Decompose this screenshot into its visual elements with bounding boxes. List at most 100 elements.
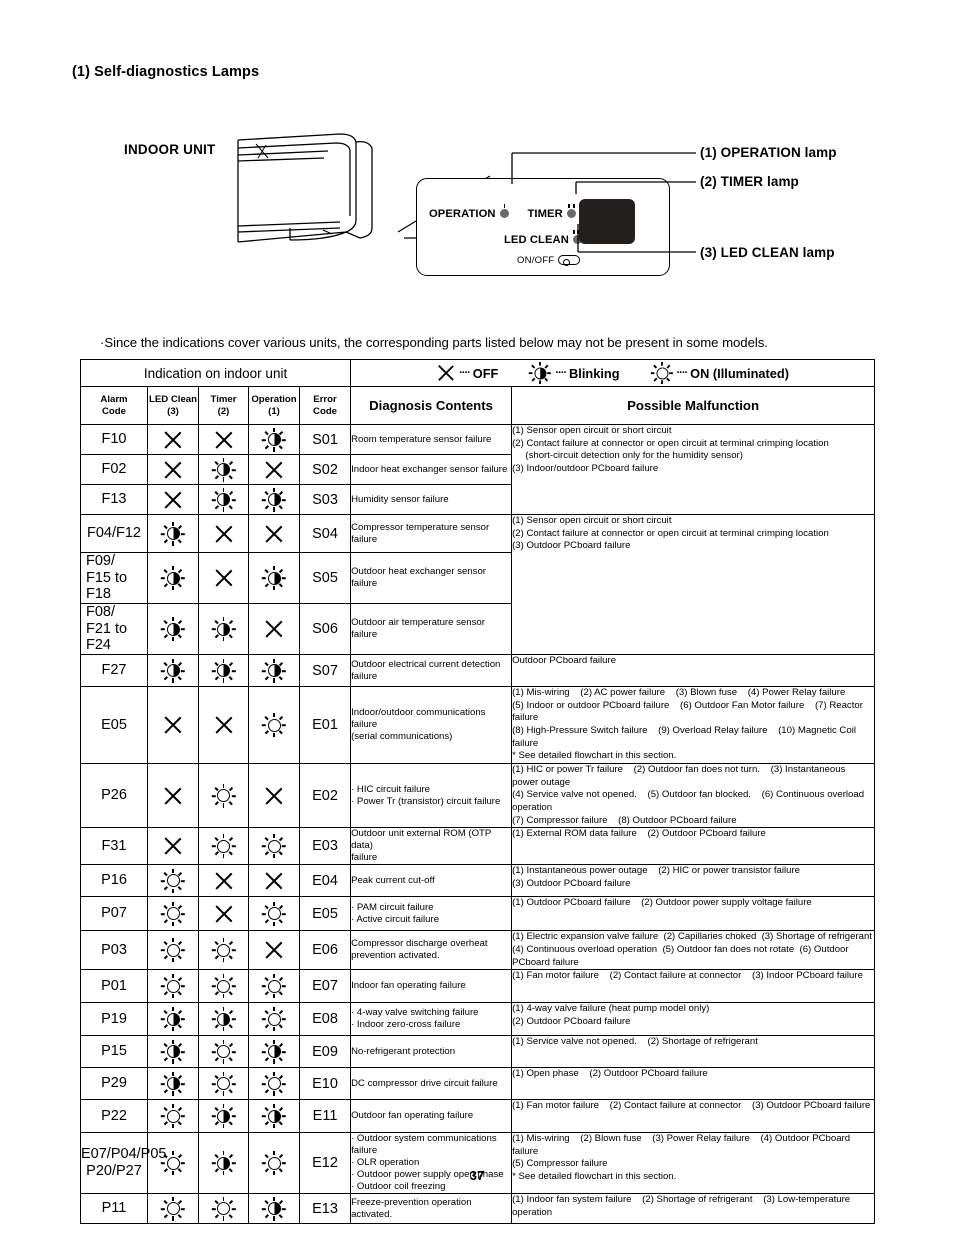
cell-operation-state xyxy=(248,1132,300,1195)
legend-item-blinking: ···· Blinking xyxy=(528,361,620,385)
lamp-state-on-icon xyxy=(650,361,672,385)
cell-diagnosis-contents: Humidity sensor failure xyxy=(350,484,513,515)
cell-diagnosis-contents: Outdoor fan operating failure xyxy=(350,1099,513,1134)
cell-timer-state xyxy=(198,762,249,829)
table-row: F27 S07 Outdoor electrical current detecti… xyxy=(80,654,876,688)
cell-possible-malfunction: (1) HIC or power Tr failure (2) Outdoor … xyxy=(511,762,876,829)
cell-alarm-code: P15 xyxy=(80,1035,148,1069)
lamp-state-off-icon xyxy=(163,786,183,806)
cell-possible-malfunction: (1) Service valve not opened. (2) Shorta… xyxy=(511,1035,876,1069)
cell-error-code: S02 xyxy=(298,454,352,485)
lamp-state-blinking-icon xyxy=(262,427,286,452)
cell-alarm-code: P26 xyxy=(80,762,148,829)
alarm-code-line: P01 xyxy=(101,977,127,994)
table-row: P22 E11 Outdoor fan operating failure (1) F… xyxy=(80,1099,876,1134)
note-text: ·Since the indications cover various uni… xyxy=(100,335,768,350)
table-row: F31 E03 Outdoor unit external ROM (OTP dat… xyxy=(80,827,876,866)
malfunction-line: * See detailed flowchart in this section… xyxy=(512,750,677,762)
cell-diagnosis-contents: Freeze-prevention operation activated. xyxy=(350,1193,513,1225)
cell-led-clean-state xyxy=(147,896,199,932)
alarm-code-line: F10 xyxy=(101,431,127,448)
cell-diagnosis-contents: · HIC circuit failure · Power Tr (transis… xyxy=(350,762,513,829)
malfunction-line: (3) Outdoor PCboard failure xyxy=(512,540,631,552)
lamp-state-blinking-icon xyxy=(161,658,185,683)
cell-alarm-code: F10 xyxy=(80,424,148,455)
alarm-code-line: P29 xyxy=(101,1075,127,1092)
lamp-state-off-icon xyxy=(214,715,234,735)
cell-operation-state xyxy=(248,686,300,764)
cell-alarm-code: F27 xyxy=(80,654,148,688)
lamp-state-on-icon xyxy=(161,901,185,926)
lamp-state-off-icon xyxy=(437,364,455,382)
malfunction-line: (1) 4-way valve failure (heat pump model… xyxy=(512,1003,710,1015)
cell-timer-state xyxy=(198,1099,249,1134)
lamp-state-blinking-icon xyxy=(212,487,236,512)
header-alarm-code: Alarm Code xyxy=(80,386,148,425)
lamp-state-on-icon xyxy=(161,938,185,963)
cell-timer-state xyxy=(198,551,249,605)
alarm-code-line: F31 xyxy=(101,837,127,854)
cell-timer-state xyxy=(198,1193,249,1225)
cell-alarm-code: E07/P04/P05 P20/P27 xyxy=(80,1132,166,1195)
cell-timer-state xyxy=(198,930,249,971)
page-number: 37 xyxy=(469,1168,485,1183)
cell-operation-state xyxy=(248,654,300,688)
cell-alarm-code: P16 xyxy=(80,864,148,898)
alarm-code-line: F15 to F18 xyxy=(86,569,128,603)
lamp-state-blinking-icon xyxy=(212,1007,236,1032)
cell-led-clean-state xyxy=(147,686,199,764)
lamp-state-on-icon xyxy=(212,783,236,808)
cell-diagnosis-contents: Room temperature sensor failure xyxy=(350,424,513,455)
diagnosis-line: failure xyxy=(351,852,378,864)
table-row: P01 E07 Indoor fan operating failure (1) Fa… xyxy=(80,969,876,1004)
alarm-code-line: P19 xyxy=(101,1010,127,1027)
malfunction-line: (1) HIC or power Tr failure (2) Outdoor … xyxy=(512,763,846,788)
header-led-clean: LED Clean (3) xyxy=(147,386,199,425)
cell-alarm-code: P19 xyxy=(80,1002,148,1037)
cell-alarm-code: E05 xyxy=(80,686,148,764)
cell-timer-state xyxy=(198,827,249,866)
malfunction-line: (1) Service valve not opened. (2) Shorta… xyxy=(512,1036,758,1048)
cell-diagnosis-contents: · PAM circuit failure · Active circuit fa… xyxy=(350,896,513,932)
lamp-state-off-icon xyxy=(214,524,234,544)
lamp-state-blinking-icon xyxy=(262,1196,286,1221)
lamp-state-on-icon xyxy=(161,974,185,999)
cell-operation-state xyxy=(248,930,300,971)
malfunction-line: (1) Mis-wiring (2) AC power failure (3) … xyxy=(512,687,846,699)
cell-error-code: E09 xyxy=(298,1035,352,1069)
diagnosis-line: Compressor temperature sensor failure xyxy=(351,521,490,545)
cell-led-clean-state xyxy=(147,424,199,455)
cell-operation-state xyxy=(248,1002,300,1037)
cell-alarm-code: F31 xyxy=(80,827,148,866)
cell-operation-state xyxy=(248,603,300,656)
lamp-state-off-icon xyxy=(214,430,234,450)
cell-led-clean-state xyxy=(147,1067,199,1101)
cell-operation-state xyxy=(248,514,300,553)
diagnosis-line: Outdoor unit external ROM (OTP data) xyxy=(351,828,492,852)
cell-possible-malfunction: (1) Fan motor failure (2) Contact failur… xyxy=(511,969,876,1004)
cell-diagnosis-contents: Indoor heat exchanger sensor failure xyxy=(350,454,513,485)
cell-timer-state xyxy=(198,484,249,515)
alarm-code-line: F21 to F24 xyxy=(86,620,128,654)
cell-timer-state xyxy=(198,454,249,485)
malfunction-line: (1) Mis-wiring (2) Blown fuse (3) Power … xyxy=(512,1133,851,1157)
lamp-state-blinking-icon xyxy=(212,1104,236,1129)
lamp-state-off-icon xyxy=(264,460,284,480)
malfunction-line: (5) Indoor or outdoor PCboard failure (6… xyxy=(512,699,863,724)
callout-operation-lamp: (1) OPERATION lamp xyxy=(700,145,837,160)
cell-error-code: S06 xyxy=(298,603,352,656)
alarm-code-line: P03 xyxy=(101,941,127,958)
cell-led-clean-state xyxy=(147,514,199,553)
callout-timer-lamp: (2) TIMER lamp xyxy=(700,174,799,189)
table-body: F10 S01 Room temperature sensor failure (1)… xyxy=(80,424,876,1225)
cell-alarm-code: P29 xyxy=(80,1067,148,1101)
lamp-state-on-icon xyxy=(262,901,286,926)
cell-led-clean-state xyxy=(147,969,199,1004)
table-row: P29 E10 DC compressor drive circuit failur… xyxy=(80,1067,876,1101)
diagnosis-line: Room temperature sensor failure xyxy=(351,433,492,445)
cell-operation-state xyxy=(248,1193,300,1225)
cell-error-code: E05 xyxy=(298,896,352,932)
cell-timer-state xyxy=(198,654,249,688)
page-title: (1) Self-diagnostics Lamps xyxy=(72,64,260,80)
lamp-state-off-icon xyxy=(264,786,284,806)
